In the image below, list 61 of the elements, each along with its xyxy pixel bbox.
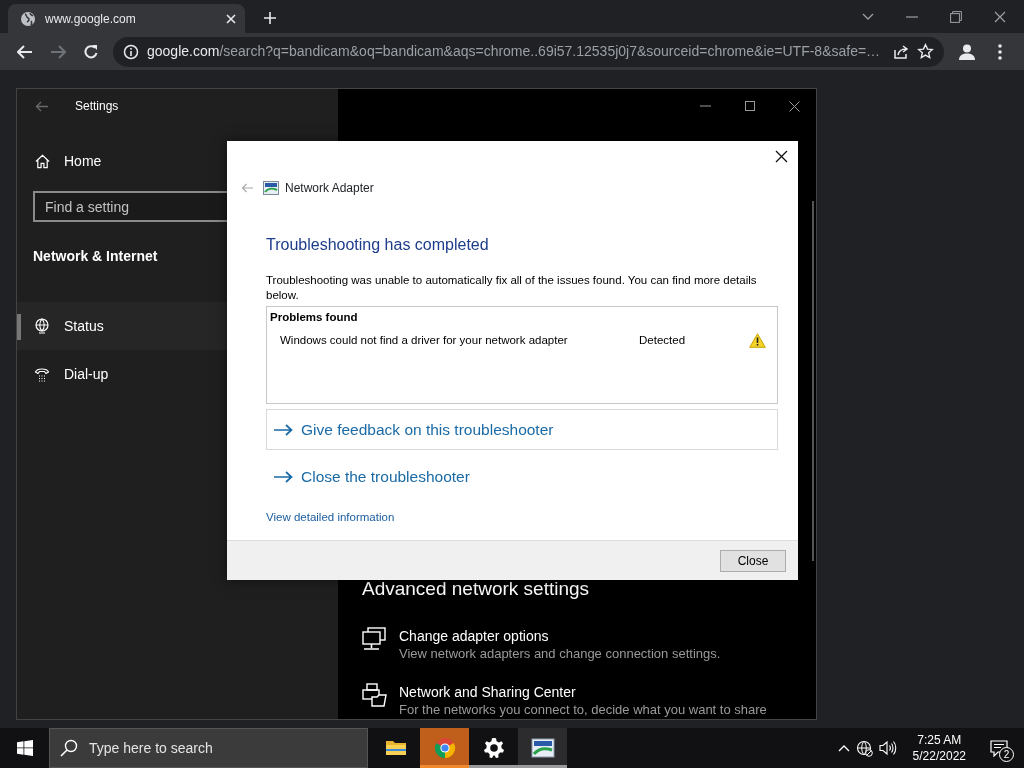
kebab-menu-icon <box>997 43 1002 60</box>
dial-up-phone-icon <box>34 366 50 382</box>
taskbar-app-button[interactable] <box>518 728 567 768</box>
message-text: Troubleshooting was unable to automatically fix all of the issues found. You can find more details below. <box>266 273 758 303</box>
window-title: Settings <box>75 98 119 115</box>
windows-logo-icon <box>16 740 33 756</box>
arrow-right-icon <box>274 423 293 436</box>
action-link[interactable]: Close the troubleshooter <box>266 456 778 497</box>
info-icon[interactable] <box>123 43 139 60</box>
dialog-heading: Troubleshooting has completed <box>266 235 490 255</box>
clock-time[interactable]: 7:25 AM <box>912 732 966 748</box>
notification-count: 2 <box>999 747 1014 762</box>
close-icon[interactable] <box>994 10 1006 23</box>
home-icon <box>35 153 50 169</box>
scroll-bar[interactable] <box>812 201 814 561</box>
tab-title: www.google.com <box>45 10 137 28</box>
globe-icon[interactable] <box>855 739 873 757</box>
network-adapter-icon <box>530 736 555 760</box>
close-icon[interactable] <box>775 150 788 163</box>
new-tab-icon[interactable] <box>263 11 277 25</box>
minimize-icon[interactable] <box>906 15 918 18</box>
section-heading: Advanced network settings <box>362 577 591 601</box>
browser-tab[interactable]: www.google.com <box>8 4 245 33</box>
message-icon <box>990 739 1008 757</box>
share-icon[interactable] <box>893 43 909 60</box>
person-icon <box>957 42 976 61</box>
arrow-right-icon <box>274 470 293 483</box>
computers-icon[interactable] <box>362 627 387 651</box>
option-link[interactable]: Network and Sharing Center <box>399 683 767 701</box>
status-text: Detected <box>639 333 687 349</box>
action-link[interactable]: Give feedback on this troubleshooter <box>266 409 778 450</box>
close-icon[interactable] <box>789 100 800 112</box>
warning-icon <box>749 333 766 349</box>
details-link[interactable]: View detailed information <box>266 509 395 527</box>
address-bar[interactable]: google.com/search?q=bandicam&oq=bandicam&aqs=chrome..69i57.12535j0j7&sourceid=chrome&ie=UTF-8&safe=… <box>113 36 944 67</box>
star-icon[interactable] <box>917 43 934 60</box>
chevron-down-icon[interactable] <box>862 12 874 21</box>
restore-icon[interactable] <box>950 10 962 23</box>
globe-icon <box>34 318 50 334</box>
address-text: google.com/search?q=bandicam&oq=bandicam&aqs=chrome..69i57.12535j0j7&sourceid=chrome&ie=UTF-8&safe=… <box>147 42 882 61</box>
section-heading: Network & Internet <box>33 247 159 266</box>
gear-icon <box>481 736 506 760</box>
nav-item[interactable]: Dial-up <box>17 350 338 398</box>
taskbar-search-field[interactable]: Type here to search <box>49 728 368 768</box>
speaker-icon[interactable] <box>878 740 897 756</box>
network-adapter-icon <box>263 181 279 195</box>
forward-arrow-icon <box>49 44 66 59</box>
option-description: View network adapters and change connection settings. <box>399 645 721 663</box>
printer-folder-icon[interactable] <box>362 683 387 707</box>
chrome-icon <box>432 736 457 760</box>
option-link[interactable]: Change adapter options <box>399 627 721 645</box>
reload-icon <box>82 43 99 60</box>
chevron-up-icon[interactable] <box>837 744 850 752</box>
maximize-icon[interactable] <box>745 101 755 111</box>
back-arrow-icon[interactable] <box>35 100 49 112</box>
option-description: For the networks you connect to, decide what you want to share <box>399 701 767 719</box>
back-arrow-icon <box>16 44 33 59</box>
close-button[interactable]: Close <box>720 549 786 572</box>
notifications-button[interactable]: 2 <box>982 728 1016 768</box>
clock-date[interactable]: 5/22/2022 <box>912 748 966 764</box>
globe-icon <box>20 10 36 27</box>
